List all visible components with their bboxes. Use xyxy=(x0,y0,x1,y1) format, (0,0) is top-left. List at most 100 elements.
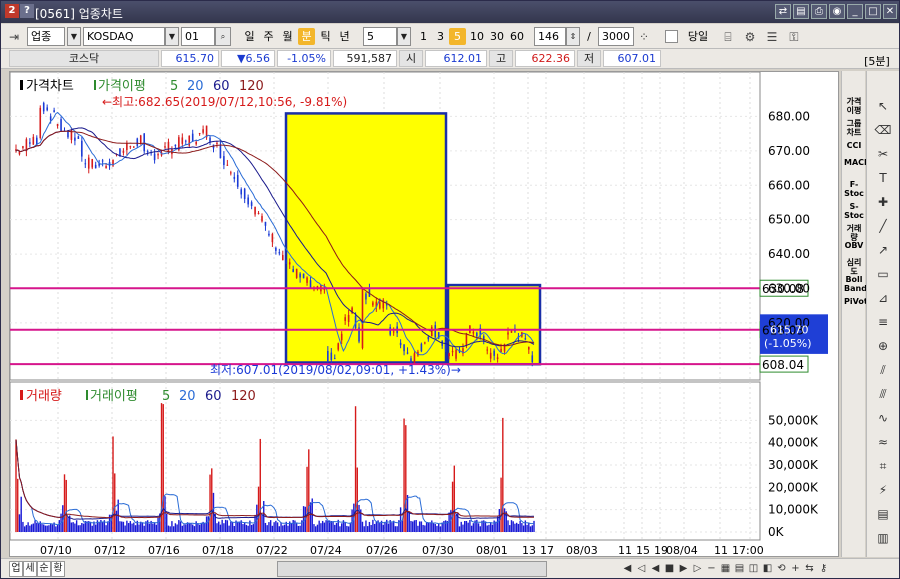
pitchfork-icon[interactable]: ⫻ xyxy=(872,383,894,405)
fibo-icon[interactable]: ⊿ xyxy=(872,287,894,309)
menu-icon[interactable]: ⇥ xyxy=(5,28,23,46)
cursor-icon[interactable]: ↖ xyxy=(872,95,894,117)
count-spinner-icon[interactable]: ⇕ xyxy=(566,27,580,46)
ray-icon[interactable]: ↗ xyxy=(872,239,894,261)
period-minute[interactable]: 분 xyxy=(298,28,315,45)
indicator-item[interactable]: PiVot xyxy=(844,297,868,306)
code-input[interactable]: 01 xyxy=(181,27,215,46)
doc-icon[interactable]: ▤ xyxy=(872,503,894,525)
indicator-item[interactable]: Boll Band xyxy=(844,275,867,293)
fan-icon[interactable]: ⫽ xyxy=(872,359,894,381)
maximize-icon[interactable]: □ xyxy=(865,4,881,19)
line-icon[interactable]: ╱ xyxy=(872,215,894,237)
lock-icon[interactable]: ⚷ xyxy=(817,561,830,577)
toolbar-tool-icon[interactable]: ⌸ xyxy=(719,28,737,46)
interval-1[interactable]: 1 xyxy=(415,28,432,45)
tab-detail[interactable]: 세 xyxy=(23,561,37,577)
save-chart-icon[interactable]: ▥ xyxy=(872,527,894,549)
volume-bar xyxy=(373,523,376,532)
eraser-icon[interactable]: ⌫ xyxy=(872,119,894,141)
rect-icon[interactable]: ▭ xyxy=(872,263,894,285)
interval-5[interactable]: 5 xyxy=(449,28,466,45)
type-select[interactable]: 업종 xyxy=(27,27,65,46)
zigzag-icon[interactable]: ≈ xyxy=(872,431,894,453)
interval-10[interactable]: 10 xyxy=(468,28,486,45)
compare-icon[interactable]: ⇆ xyxy=(803,561,816,577)
same-day-checkbox[interactable] xyxy=(665,30,678,43)
chart-grid-icon[interactable]: ▦ xyxy=(719,561,732,577)
candle-body xyxy=(434,325,437,338)
indicator-item[interactable]: MACD xyxy=(844,158,871,167)
gann-icon[interactable]: ⊕ xyxy=(872,335,894,357)
indicator-item[interactable]: 거래량 xyxy=(844,224,864,242)
interval-30[interactable]: 30 xyxy=(488,28,506,45)
play-back-icon[interactable]: ◁ xyxy=(635,561,648,577)
interval-60[interactable]: 60 xyxy=(508,28,526,45)
layout-icon[interactable]: ◫ xyxy=(747,561,760,577)
zoom-out-icon[interactable]: − xyxy=(705,561,718,577)
interval-3[interactable]: 3 xyxy=(432,28,449,45)
volume-bar xyxy=(237,521,239,532)
indicator-item[interactable]: OBV xyxy=(844,241,864,250)
symbol-input[interactable]: KOSDAQ xyxy=(83,27,165,46)
grid-tool-icon[interactable]: ⌗ xyxy=(872,455,894,477)
indicator-item[interactable]: 가격이평 xyxy=(844,97,864,115)
chart-setting-icon[interactable]: ⚿ xyxy=(785,28,803,46)
indicator-item[interactable]: CCI xyxy=(844,141,864,150)
scroll-left-icon[interactable]: ◀ xyxy=(649,561,662,577)
indicator-item[interactable]: F-Stoc xyxy=(844,180,864,198)
tab-industry[interactable]: 업 xyxy=(9,561,23,577)
panel-icon[interactable]: ◧ xyxy=(761,561,774,577)
print-icon[interactable]: ⎙ xyxy=(811,4,827,19)
tab-status[interactable]: 황 xyxy=(51,561,65,577)
horizontal-scrollbar[interactable] xyxy=(277,561,547,577)
chart-area[interactable]: 07/10 07/12 07/16 07/18 07/22 07/24 07/26 07/30… xyxy=(9,71,839,557)
period-week[interactable]: 주 xyxy=(260,28,277,45)
chart-svg[interactable]: 07/10 07/12 07/16 07/18 07/22 07/24 07/26 07/30… xyxy=(9,71,840,558)
scroll-right-icon[interactable]: ▶ xyxy=(677,561,690,577)
stop-icon[interactable]: ■ xyxy=(663,561,676,577)
candle-body xyxy=(39,107,42,139)
tab-order[interactable]: 순 xyxy=(37,561,51,577)
close-icon[interactable]: ✕ xyxy=(883,4,897,19)
period-tick[interactable]: 틱 xyxy=(317,28,334,45)
text-icon[interactable]: T xyxy=(872,167,894,189)
save-icon[interactable]: ▤ xyxy=(793,4,809,19)
period-year[interactable]: 년 xyxy=(336,28,353,45)
wave-icon[interactable]: ∿ xyxy=(872,407,894,429)
indicator-item[interactable]: 그룹차트 xyxy=(844,119,864,137)
chart-table-icon[interactable]: ▤ xyxy=(733,561,746,577)
interval-dropdown-icon[interactable]: ▼ xyxy=(397,27,411,46)
list-icon[interactable]: ☰ xyxy=(763,28,781,46)
indicator-item[interactable]: S-Stoc xyxy=(844,202,864,220)
minimize-icon[interactable]: _ xyxy=(847,4,863,19)
help-icon[interactable]: ? xyxy=(20,4,34,18)
step-back-icon[interactable]: ◀ xyxy=(621,561,634,577)
crosshair-icon[interactable]: ✚ xyxy=(872,191,894,213)
candle-body xyxy=(486,349,489,351)
step-forward-icon[interactable]: ▷ xyxy=(691,561,704,577)
zoom-in-icon[interactable]: + xyxy=(789,561,802,577)
type-dropdown-icon[interactable]: ▼ xyxy=(67,27,81,46)
indicator-item[interactable]: 심리도 xyxy=(844,258,864,276)
volume-bar xyxy=(396,526,398,532)
gear-icon[interactable]: ⚙ xyxy=(741,28,759,46)
search-icon[interactable]: ⌕ xyxy=(215,27,231,46)
all-icon[interactable]: ✂ xyxy=(872,143,894,165)
reset-icon[interactable]: ⟲ xyxy=(775,561,788,577)
channel-icon[interactable]: ≡ xyxy=(872,311,894,333)
candle-body xyxy=(195,141,197,145)
settings-dots-icon[interactable]: ⁘ xyxy=(635,28,653,46)
period-day[interactable]: 일 xyxy=(241,28,258,45)
camera-icon[interactable]: ◉ xyxy=(829,4,845,19)
symbol-dropdown-icon[interactable]: ▼ xyxy=(165,27,179,46)
screen-number-icon[interactable]: 2 xyxy=(5,4,19,18)
interval-input[interactable]: 5 xyxy=(363,27,397,46)
candle-body xyxy=(216,142,218,145)
count-input[interactable]: 146 xyxy=(534,27,566,46)
link-icon[interactable]: ⇄ xyxy=(775,4,791,19)
candle-body xyxy=(330,352,333,360)
total-input[interactable]: 3000 xyxy=(598,27,634,46)
period-month[interactable]: 월 xyxy=(279,28,296,45)
auto-icon[interactable]: ⚡ xyxy=(872,479,894,501)
